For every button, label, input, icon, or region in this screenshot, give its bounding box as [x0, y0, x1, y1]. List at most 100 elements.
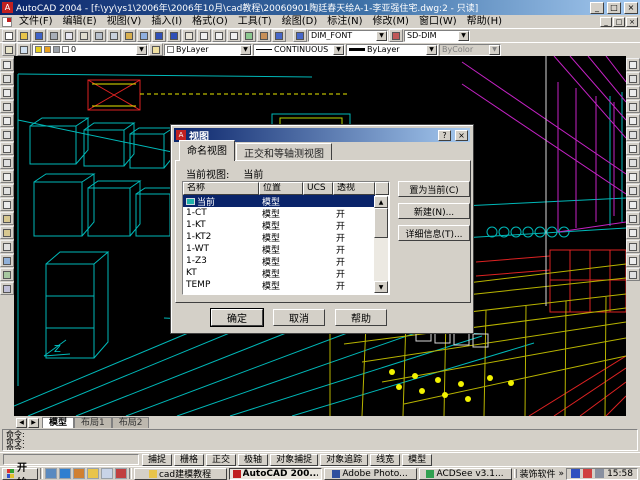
properties-icon[interactable] [242, 29, 256, 42]
menu-draw[interactable]: 绘图(D) [277, 16, 323, 27]
help-icon[interactable] [272, 29, 286, 42]
menu-view[interactable]: 视图(V) [102, 16, 147, 27]
arc-icon[interactable] [0, 128, 14, 141]
scroll-up-button[interactable]: ▲ [374, 196, 388, 208]
chevron-down-icon[interactable]: ▼ [376, 31, 387, 41]
dialog-close-button[interactable]: × [455, 130, 468, 141]
zoom-previous-icon[interactable] [227, 29, 241, 42]
scroll-down-button[interactable]: ▼ [374, 281, 388, 293]
layer-combo[interactable]: 0 ▼ [32, 44, 148, 56]
view-list-row[interactable]: TEMP模型开 [183, 279, 389, 291]
menu-file[interactable]: 文件(F) [14, 16, 58, 27]
menu-edit[interactable]: 编辑(E) [58, 16, 102, 27]
view-list-scrollbar[interactable]: ▲ ▼ [374, 196, 388, 293]
move-icon[interactable] [626, 128, 640, 141]
region-icon[interactable] [0, 268, 14, 281]
layer-previous-icon[interactable] [17, 43, 31, 56]
show-desktop-icon[interactable] [45, 468, 57, 479]
help-button[interactable]: 帮助 [335, 309, 387, 326]
mail-icon[interactable] [101, 468, 113, 479]
status-toggle-ortho[interactable]: 正交 [206, 454, 236, 466]
spline-icon[interactable] [0, 170, 14, 183]
polygon-icon[interactable] [0, 100, 14, 113]
rotate-icon[interactable] [626, 142, 640, 155]
ie-icon[interactable] [59, 468, 71, 479]
save-icon[interactable] [32, 29, 46, 42]
status-toggle-osnap[interactable]: 对象捕捉 [270, 454, 318, 466]
menu-help[interactable]: 帮助(H) [462, 16, 507, 27]
insert-block-icon[interactable] [0, 212, 14, 225]
command-window[interactable]: 命令:命令: 命令: [0, 428, 640, 452]
point-icon[interactable] [0, 240, 14, 253]
taskbar-task-2[interactable]: Adobe Photo... [324, 468, 417, 480]
lineweight-combo[interactable]: ByLayer ▼ [346, 44, 438, 56]
chamfer-icon[interactable] [626, 240, 640, 253]
ime-icon[interactable] [571, 469, 580, 478]
column-header-location[interactable]: 位置 [259, 182, 303, 195]
status-toggle-polar[interactable]: 极轴 [238, 454, 268, 466]
mtext-icon[interactable] [0, 282, 14, 295]
hatch-icon[interactable] [0, 254, 14, 267]
taskbar-task-0[interactable]: cad建模教程 [134, 468, 227, 480]
menu-modify[interactable]: 修改(M) [368, 16, 414, 27]
status-toggle-snap[interactable]: 捕捉 [142, 454, 172, 466]
volume-icon[interactable] [595, 469, 604, 478]
scale-icon[interactable] [626, 156, 640, 169]
pan-icon[interactable] [182, 29, 196, 42]
revcloud-icon[interactable] [0, 156, 14, 169]
acdsee-icon[interactable] [115, 468, 127, 479]
chevron-down-icon[interactable]: ▼ [333, 45, 344, 55]
ok-button[interactable]: 确定 [211, 309, 263, 326]
color-combo[interactable]: ByLayer ▼ [164, 44, 252, 56]
band-chevron-icon[interactable]: » [559, 469, 565, 479]
extend-icon[interactable] [626, 212, 640, 225]
scroll-thumb[interactable] [374, 208, 388, 238]
status-toggle-model[interactable]: 模型 [402, 454, 432, 466]
status-toggle-otrack[interactable]: 对象追踪 [320, 454, 368, 466]
text-style-icon[interactable] [293, 29, 307, 42]
polyline-icon[interactable] [0, 86, 14, 99]
dim-style-icon[interactable] [389, 29, 403, 42]
line-icon[interactable] [0, 58, 14, 71]
array-icon[interactable] [626, 114, 640, 127]
model-tab[interactable]: 模型 [42, 417, 74, 428]
status-toggle-grid[interactable]: 栅格 [174, 454, 204, 466]
trim-icon[interactable] [626, 198, 640, 211]
paste-icon[interactable] [122, 29, 136, 42]
dialog-help-button[interactable]: ? [438, 130, 451, 141]
offset-icon[interactable] [626, 100, 640, 113]
open-icon[interactable] [17, 29, 31, 42]
chevron-down-icon[interactable]: ▼ [240, 45, 251, 55]
view-list-row[interactable]: 1-CT模型开 [183, 207, 389, 219]
view-list-row[interactable]: 1-KT2模型开 [183, 231, 389, 243]
zoom-window-icon[interactable] [212, 29, 226, 42]
media-player-icon[interactable] [73, 468, 85, 479]
close-button[interactable]: × [624, 2, 638, 14]
start-button[interactable]: 开始 [2, 468, 38, 480]
undo-icon[interactable] [152, 29, 166, 42]
cut-icon[interactable] [92, 29, 106, 42]
dim-style-combo[interactable]: SD-DIM ▼ [404, 30, 470, 42]
view-list-row[interactable]: 当前模型 [183, 195, 375, 207]
view-list-row[interactable]: 1-WT模型开 [183, 243, 389, 255]
menu-format[interactable]: 格式(O) [187, 16, 233, 27]
set-current-button[interactable]: 置为当前(C) [398, 181, 470, 197]
linetype-combo[interactable]: CONTINUOUS ▼ [253, 44, 345, 56]
copy-icon[interactable] [107, 29, 121, 42]
tab-named-views[interactable]: 命名视图 [179, 140, 235, 161]
tab-orthographic-views[interactable]: 正交和等轴测视图 [236, 143, 332, 161]
chevron-down-icon[interactable]: ▼ [426, 45, 437, 55]
ellipse-arc-icon[interactable] [0, 198, 14, 211]
layout-nav-prev-button[interactable]: ◀ [16, 418, 27, 428]
child-minimize-button[interactable]: _ [600, 17, 612, 27]
taskbar-task-1[interactable]: AutoCAD 200... [229, 468, 322, 480]
layout2-tab[interactable]: 布局2 [112, 417, 150, 428]
make-block-icon[interactable] [0, 226, 14, 239]
fillet-icon[interactable] [626, 254, 640, 267]
redo-icon[interactable] [167, 29, 181, 42]
child-close-button[interactable]: × [626, 17, 638, 27]
details-button[interactable]: 详细信息(T)... [398, 225, 470, 241]
zoom-realtime-icon[interactable] [197, 29, 211, 42]
designcenter-icon[interactable] [257, 29, 271, 42]
column-header-ucs[interactable]: UCS [303, 182, 333, 195]
